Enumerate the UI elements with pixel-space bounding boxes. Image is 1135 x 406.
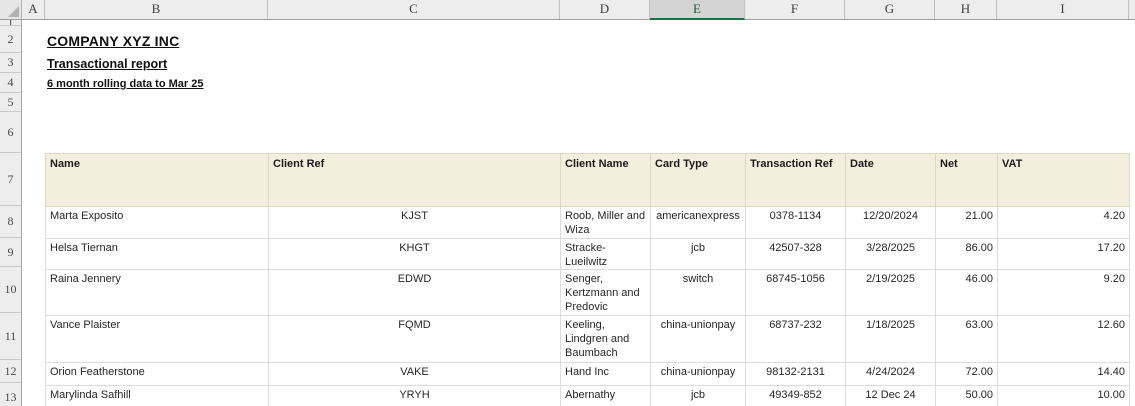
cell-card-type[interactable]: americanexpress [650, 206, 746, 239]
row-header-5[interactable]: 5 [0, 93, 21, 112]
row-header-8[interactable]: 8 [0, 206, 21, 238]
row-header-3[interactable]: 3 [0, 53, 21, 73]
period-subtitle[interactable]: 6 month rolling data to Mar 25 [47, 78, 203, 90]
row-header-13[interactable]: 13 [0, 383, 21, 406]
row-header-4[interactable]: 4 [0, 73, 21, 93]
cell-transaction-ref[interactable]: 49349-852 [745, 385, 846, 406]
cell-vat[interactable]: 12.60 [997, 315, 1130, 363]
column-header-row: A B C D E F G H I [0, 0, 1135, 20]
row-header-12[interactable]: 12 [0, 360, 21, 383]
column-header-i[interactable]: I [997, 0, 1129, 19]
cell-card-type[interactable]: switch [650, 269, 746, 316]
header-transaction-ref[interactable]: Transaction Ref [745, 153, 846, 207]
report-title[interactable]: Transactional report [47, 57, 167, 71]
cell-net[interactable]: 63.00 [935, 315, 998, 363]
cell-client-ref[interactable]: YRYH [268, 385, 561, 406]
row-header-2[interactable]: 2 [0, 26, 21, 53]
header-card-type[interactable]: Card Type [650, 153, 746, 207]
row-header-6[interactable]: 6 [0, 112, 21, 153]
cell-transaction-ref[interactable]: 98132-2131 [745, 362, 846, 386]
cell-client-ref[interactable]: KHGT [268, 238, 561, 270]
row-header-10[interactable]: 10 [0, 267, 21, 313]
header-name[interactable]: Name [45, 153, 269, 207]
cell-date[interactable]: 2/19/2025 [845, 269, 936, 316]
transactions-table: Name Client Ref Client Name Card Type Tr… [45, 153, 1130, 406]
cell-name[interactable]: Helsa Tiernan [45, 238, 269, 270]
header-client-name[interactable]: Client Name [560, 153, 651, 207]
cell-client-name[interactable]: Roob, Miller and Wiza [560, 206, 651, 239]
cell-vat[interactable]: 17.20 [997, 238, 1130, 270]
column-header-f[interactable]: F [745, 0, 845, 19]
cell-net[interactable]: 21.00 [935, 206, 998, 239]
cell-client-name[interactable]: Stracke-Lueilwitz [560, 238, 651, 270]
cell-card-type[interactable]: jcb [650, 238, 746, 270]
table-row: Marylinda Safhill YRYH Abernathy jcb 493… [45, 385, 1130, 406]
cell-net[interactable]: 86.00 [935, 238, 998, 270]
cell-vat[interactable]: 9.20 [997, 269, 1130, 316]
cell-date[interactable]: 12 Dec 24 [845, 385, 936, 406]
header-date[interactable]: Date [845, 153, 936, 207]
cell-client-name[interactable]: Keeling, Lindgren and Baumbach [560, 315, 651, 363]
header-vat[interactable]: VAT [997, 153, 1130, 207]
table-row: Vance Plaister FQMD Keeling, Lindgren an… [45, 315, 1130, 363]
cell-transaction-ref[interactable]: 68737-232 [745, 315, 846, 363]
cell-net[interactable]: 46.00 [935, 269, 998, 316]
cell-vat[interactable]: 14.40 [997, 362, 1130, 386]
cell-card-type[interactable]: china-unionpay [650, 315, 746, 363]
cell-net[interactable]: 72.00 [935, 362, 998, 386]
column-header-a[interactable]: A [22, 0, 45, 19]
cell-client-ref[interactable]: EDWD [268, 269, 561, 316]
sheet-area[interactable]: COMPANY XYZ INC Transactional report 6 m… [22, 20, 1135, 406]
select-all-triangle-icon [8, 6, 19, 17]
row-header-11[interactable]: 11 [0, 313, 21, 360]
row-header-column: 1 2 3 4 5 6 7 8 9 10 11 12 13 [0, 20, 22, 406]
cell-vat[interactable]: 10.00 [997, 385, 1130, 406]
spreadsheet-app: A B C D E F G H I 1 2 3 4 5 6 7 8 9 10 1… [0, 0, 1135, 406]
column-header-c[interactable]: C [268, 0, 560, 19]
cell-client-name[interactable]: Abernathy [560, 385, 651, 406]
table-row: Marta Exposito KJST Roob, Miller and Wiz… [45, 206, 1130, 239]
column-header-e-selected[interactable]: E [650, 0, 745, 20]
cell-transaction-ref[interactable]: 68745-1056 [745, 269, 846, 316]
header-client-ref[interactable]: Client Ref [268, 153, 561, 207]
cell-date[interactable]: 1/18/2025 [845, 315, 936, 363]
cell-client-name[interactable]: Hand Inc [560, 362, 651, 386]
column-header-g[interactable]: G [845, 0, 935, 19]
cell-client-ref[interactable]: KJST [268, 206, 561, 239]
column-header-d[interactable]: D [560, 0, 650, 19]
cell-name[interactable]: Orion Featherstone [45, 362, 269, 386]
cell-name[interactable]: Marta Exposito [45, 206, 269, 239]
header-net[interactable]: Net [935, 153, 998, 207]
column-header-b[interactable]: B [45, 0, 268, 19]
column-header-filler [1129, 0, 1135, 19]
cell-card-type[interactable]: china-unionpay [650, 362, 746, 386]
row-header-7[interactable]: 7 [0, 153, 21, 206]
table-row: Helsa Tiernan KHGT Stracke-Lueilwitz jcb… [45, 238, 1130, 270]
cell-client-ref[interactable]: VAKE [268, 362, 561, 386]
cell-name[interactable]: Raina Jennery [45, 269, 269, 316]
cell-transaction-ref[interactable]: 0378-1134 [745, 206, 846, 239]
cell-net[interactable]: 50.00 [935, 385, 998, 406]
column-header-h[interactable]: H [935, 0, 997, 19]
cell-vat[interactable]: 4.20 [997, 206, 1130, 239]
company-title[interactable]: COMPANY XYZ INC [47, 33, 179, 49]
table-header-row: Name Client Ref Client Name Card Type Tr… [45, 153, 1130, 207]
cell-date[interactable]: 12/20/2024 [845, 206, 936, 239]
cell-transaction-ref[interactable]: 42507-328 [745, 238, 846, 270]
cell-client-ref[interactable]: FQMD [268, 315, 561, 363]
cell-date[interactable]: 3/28/2025 [845, 238, 936, 270]
cell-name[interactable]: Marylinda Safhill [45, 385, 269, 406]
cell-client-name[interactable]: Senger, Kertzmann and Predovic [560, 269, 651, 316]
cell-card-type[interactable]: jcb [650, 385, 746, 406]
select-all-button[interactable] [0, 0, 22, 19]
table-row: Orion Featherstone VAKE Hand Inc china-u… [45, 362, 1130, 386]
cell-date[interactable]: 4/24/2024 [845, 362, 936, 386]
table-row: Raina Jennery EDWD Senger, Kertzmann and… [45, 269, 1130, 316]
row-header-9[interactable]: 9 [0, 238, 21, 267]
cell-name[interactable]: Vance Plaister [45, 315, 269, 363]
